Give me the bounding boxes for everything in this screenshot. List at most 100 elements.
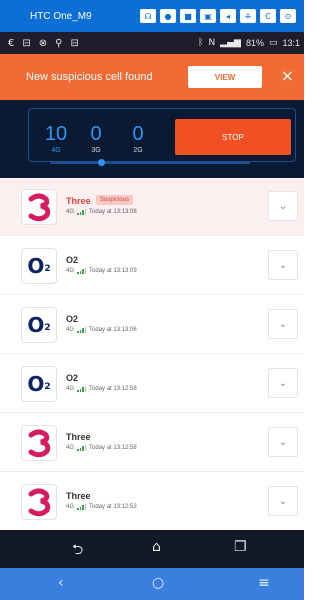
seen-time: Today at 13:12:53 xyxy=(89,504,137,510)
seen-time: Today at 13:13:06 xyxy=(89,327,137,333)
list-item[interactable]: Three 4G Today at 13:12:53 ⌄ xyxy=(0,473,304,531)
cell-meta: 4G Today at 13:12:58 xyxy=(66,445,137,451)
stop-button[interactable]: STOP xyxy=(175,119,291,155)
signal-strength-icon xyxy=(77,504,87,510)
counter-label: 2G xyxy=(133,147,143,154)
recents-icon[interactable]: ❐ xyxy=(234,539,247,555)
signal-icon: ▂▄▆ xyxy=(220,38,241,48)
scan-dashboard: 10 4G 0 3G 0 2G STOP xyxy=(0,100,304,178)
list-item[interactable]: O2 O2 4G Today at 13:12:58 ⌄ xyxy=(0,355,304,413)
cell-meta: 4G Today at 13:13:08 xyxy=(66,209,137,215)
three-logo-icon xyxy=(22,190,56,224)
counter-2g: 0 2G xyxy=(121,123,155,154)
notification-icon: ⊟ xyxy=(22,37,31,49)
list-item[interactable]: Three Suspicious 4G Today at 13:13:08 ⌄ xyxy=(0,178,304,236)
network-type: 4G xyxy=(66,445,75,451)
euro-icon: € xyxy=(8,37,15,49)
list-item[interactable]: O2 O2 4G Today at 13:13:06 ⌄ xyxy=(0,296,304,354)
chevron-down-icon[interactable]: ⌄ xyxy=(268,368,298,398)
counter-4g: 10 4G xyxy=(39,123,73,154)
counter-value: 0 xyxy=(90,123,102,145)
nfc-icon: N xyxy=(208,38,216,48)
scan-panel: 10 4G 0 3G 0 2G STOP xyxy=(28,108,296,162)
chevron-down-icon[interactable]: ⌄ xyxy=(268,427,298,457)
operator-name: O2 xyxy=(66,373,79,383)
cell-meta: 4G Today at 13:13:09 xyxy=(66,268,137,274)
operator-name: O2 xyxy=(66,314,79,324)
chevron-down-icon[interactable]: ⌄ xyxy=(268,250,298,280)
headset-icon[interactable]: ☊ xyxy=(140,9,156,23)
signal-strength-icon xyxy=(77,386,87,392)
chevron-down-icon[interactable]: ⌄ xyxy=(268,191,298,221)
network-type: 4G xyxy=(66,327,75,333)
list-item[interactable]: O2 O2 4G Today at 13:13:09 ⌄ xyxy=(0,237,304,295)
image-icon: ⊟ xyxy=(70,37,79,49)
operator-name: Three xyxy=(66,196,91,206)
home-icon[interactable]: ○ xyxy=(152,575,164,591)
o2-logo-icon: O2 xyxy=(22,308,56,342)
counter-value: 10 xyxy=(44,123,68,145)
signal-strength-icon xyxy=(77,268,87,274)
chevron-down-icon[interactable]: ⌄ xyxy=(268,486,298,516)
operator-name: O2 xyxy=(66,255,79,265)
status-system-icons: ᛒ N ▂▄▆ 81% ▭ 13:1 xyxy=(198,38,300,48)
signal-strength-icon xyxy=(77,327,87,333)
cell-meta: 4G Today at 13:12:53 xyxy=(66,504,137,510)
counter-label: 3G xyxy=(91,147,101,154)
back-icon[interactable]: ⮌ xyxy=(72,539,83,563)
chevron-down-icon[interactable]: ⌄ xyxy=(268,309,298,339)
blocked-icon: ⊗ xyxy=(38,37,48,49)
counter-value: 0 xyxy=(132,123,144,145)
camera-icon[interactable]: ▣ xyxy=(200,9,216,23)
network-type: 4G xyxy=(66,268,75,274)
close-icon[interactable]: × xyxy=(281,66,294,85)
android-status-bar: € ⊟ ⊗ ⚲ ⊟ ᛒ N ▂▄▆ 81% ▭ 13:1 xyxy=(0,32,304,54)
power-icon[interactable]: ⊙ xyxy=(280,9,296,23)
volume-up-icon[interactable]: ⁜ xyxy=(240,9,256,23)
home-icon[interactable]: ⌂ xyxy=(152,539,161,555)
cell-list: Three Suspicious 4G Today at 13:13:08 ⌄ … xyxy=(0,178,304,531)
volume-down-icon[interactable]: ◂ xyxy=(220,9,236,23)
usb-icon: ⚲ xyxy=(55,37,63,49)
viewer-bottom-bar: ‹ ○ ≡ xyxy=(0,568,304,600)
video-icon[interactable]: ■ xyxy=(180,9,196,23)
network-type: 4G xyxy=(66,209,75,215)
signal-strength-icon xyxy=(77,209,87,215)
counter-label: 4G xyxy=(51,147,61,154)
seen-time: Today at 13:13:08 xyxy=(89,209,137,215)
three-logo-graphic xyxy=(28,488,51,516)
menu-icon[interactable]: ≡ xyxy=(258,575,270,591)
device-title: HTC One_M9 xyxy=(30,10,92,22)
three-logo-icon xyxy=(22,426,56,460)
record-icon[interactable]: ● xyxy=(160,9,176,23)
viewer-toolbar: ☊ ● ■ ▣ ◂ ⁜ C ⊙ xyxy=(140,9,296,23)
back-icon[interactable]: ‹ xyxy=(58,575,64,591)
suspicious-cell-alert: New suspicious cell found VIEW × xyxy=(0,54,304,100)
counter-3g: 0 3G xyxy=(79,123,113,154)
rotate-icon[interactable]: C xyxy=(260,9,276,23)
seen-time: Today at 13:13:09 xyxy=(89,268,137,274)
o2-logo-icon: O2 xyxy=(22,367,56,401)
signal-strength-icon xyxy=(77,445,87,451)
network-type: 4G xyxy=(66,386,75,392)
suspicious-badge: Suspicious xyxy=(96,195,134,205)
android-nav-bar: ⮌ ⌂ ❐ xyxy=(0,530,304,568)
scan-progress-thumb xyxy=(98,159,105,166)
battery-percent: 81% xyxy=(245,38,264,48)
list-item[interactable]: Three 4G Today at 13:12:58 ⌄ xyxy=(0,414,304,472)
bluetooth-icon: ᛒ xyxy=(198,38,204,48)
view-button[interactable]: VIEW xyxy=(188,66,262,88)
cell-meta: 4G Today at 13:13:06 xyxy=(66,327,137,333)
seen-time: Today at 13:12:58 xyxy=(89,386,137,392)
three-logo-graphic xyxy=(28,193,51,221)
seen-time: Today at 13:12:58 xyxy=(89,445,137,451)
three-logo-graphic xyxy=(28,429,51,457)
clock: 13:1 xyxy=(282,38,300,48)
scan-progress-track xyxy=(50,159,250,166)
operator-name: Three xyxy=(66,491,91,501)
operator-name: Three xyxy=(66,432,91,442)
o2-logo-icon: O2 xyxy=(22,249,56,283)
status-notification-icons: € ⊟ ⊗ ⚲ ⊟ xyxy=(8,38,79,49)
network-type: 4G xyxy=(66,504,75,510)
alert-message: New suspicious cell found xyxy=(26,71,153,83)
